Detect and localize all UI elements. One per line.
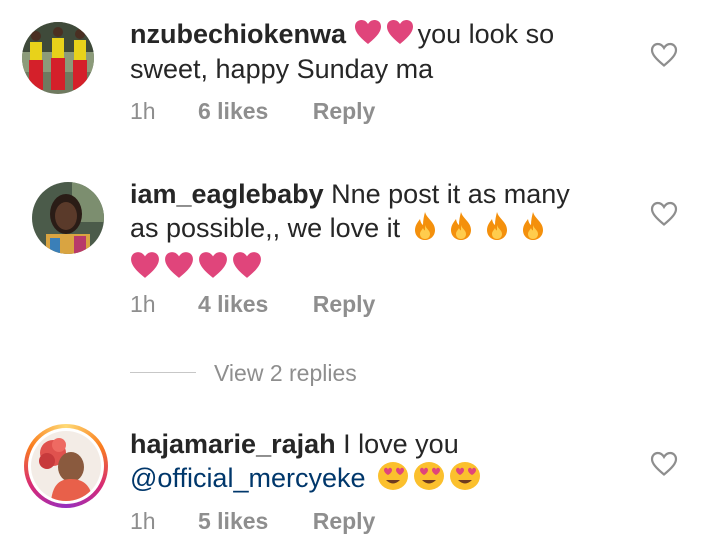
comment-username[interactable]: hajamarie_rajah xyxy=(130,429,336,459)
pink-heart-emoji xyxy=(232,251,262,287)
avatar[interactable] xyxy=(32,182,104,254)
like-heart-icon[interactable] xyxy=(650,201,678,227)
heart-eyes-emoji-row xyxy=(373,461,485,499)
comment-username[interactable]: iam_eaglebaby xyxy=(130,179,324,209)
fire-emoji xyxy=(448,211,474,249)
heart-emoji-row xyxy=(130,251,266,287)
story-ring[interactable] xyxy=(24,424,108,508)
fire-emoji xyxy=(520,211,546,249)
comment-text: I love you xyxy=(343,429,459,459)
comment-body: hajamarie_rajah I love you @official_mer… xyxy=(130,428,600,499)
avatar-image xyxy=(32,182,104,254)
comment-time: 1h xyxy=(130,98,156,124)
comment-time: 1h xyxy=(130,291,156,317)
reply-button[interactable]: Reply xyxy=(313,291,376,318)
avatar[interactable] xyxy=(31,431,101,501)
fire-emoji xyxy=(484,211,510,249)
pink-heart-emoji xyxy=(164,251,194,287)
reply-button[interactable]: Reply xyxy=(313,508,376,535)
comment-likes-count[interactable]: 6 likes xyxy=(198,98,268,125)
comment-body: nzubechiokenwa you look so sweet, happy … xyxy=(130,18,600,86)
fire-emoji-row xyxy=(408,211,550,249)
heart-eyes-emoji xyxy=(449,461,481,499)
avatar-image xyxy=(22,22,94,94)
replies-divider-line xyxy=(130,372,196,373)
avatar[interactable] xyxy=(22,22,94,94)
fire-emoji xyxy=(412,211,438,249)
like-heart-icon[interactable] xyxy=(650,451,678,477)
pink-heart-emoji xyxy=(130,251,160,287)
comment-likes-count[interactable]: 5 likes xyxy=(198,508,268,535)
heart-eyes-emoji xyxy=(413,461,445,499)
comment-time: 1h xyxy=(130,508,156,534)
view-replies-label[interactable]: View 2 replies xyxy=(214,360,357,387)
like-heart-icon[interactable] xyxy=(650,42,678,68)
pink-heart-emoji xyxy=(386,19,414,53)
comment-likes-count[interactable]: 4 likes xyxy=(198,291,268,318)
mention-link[interactable]: @official_mercyeke xyxy=(130,463,366,493)
pink-heart-emoji xyxy=(354,19,382,53)
pink-heart-emoji xyxy=(198,251,228,287)
avatar-image xyxy=(31,431,101,501)
comment-meta: 1h 6 likes Reply xyxy=(130,98,375,125)
comment-username[interactable]: nzubechiokenwa xyxy=(130,19,346,49)
reply-button[interactable]: Reply xyxy=(313,98,376,125)
heart-eyes-emoji xyxy=(377,461,409,499)
comment-meta: 1h 4 likes Reply xyxy=(130,291,375,318)
comment-body: iam_eaglebaby Nne post it as many as pos… xyxy=(130,178,600,287)
comment-meta: 1h 5 likes Reply xyxy=(130,508,375,535)
